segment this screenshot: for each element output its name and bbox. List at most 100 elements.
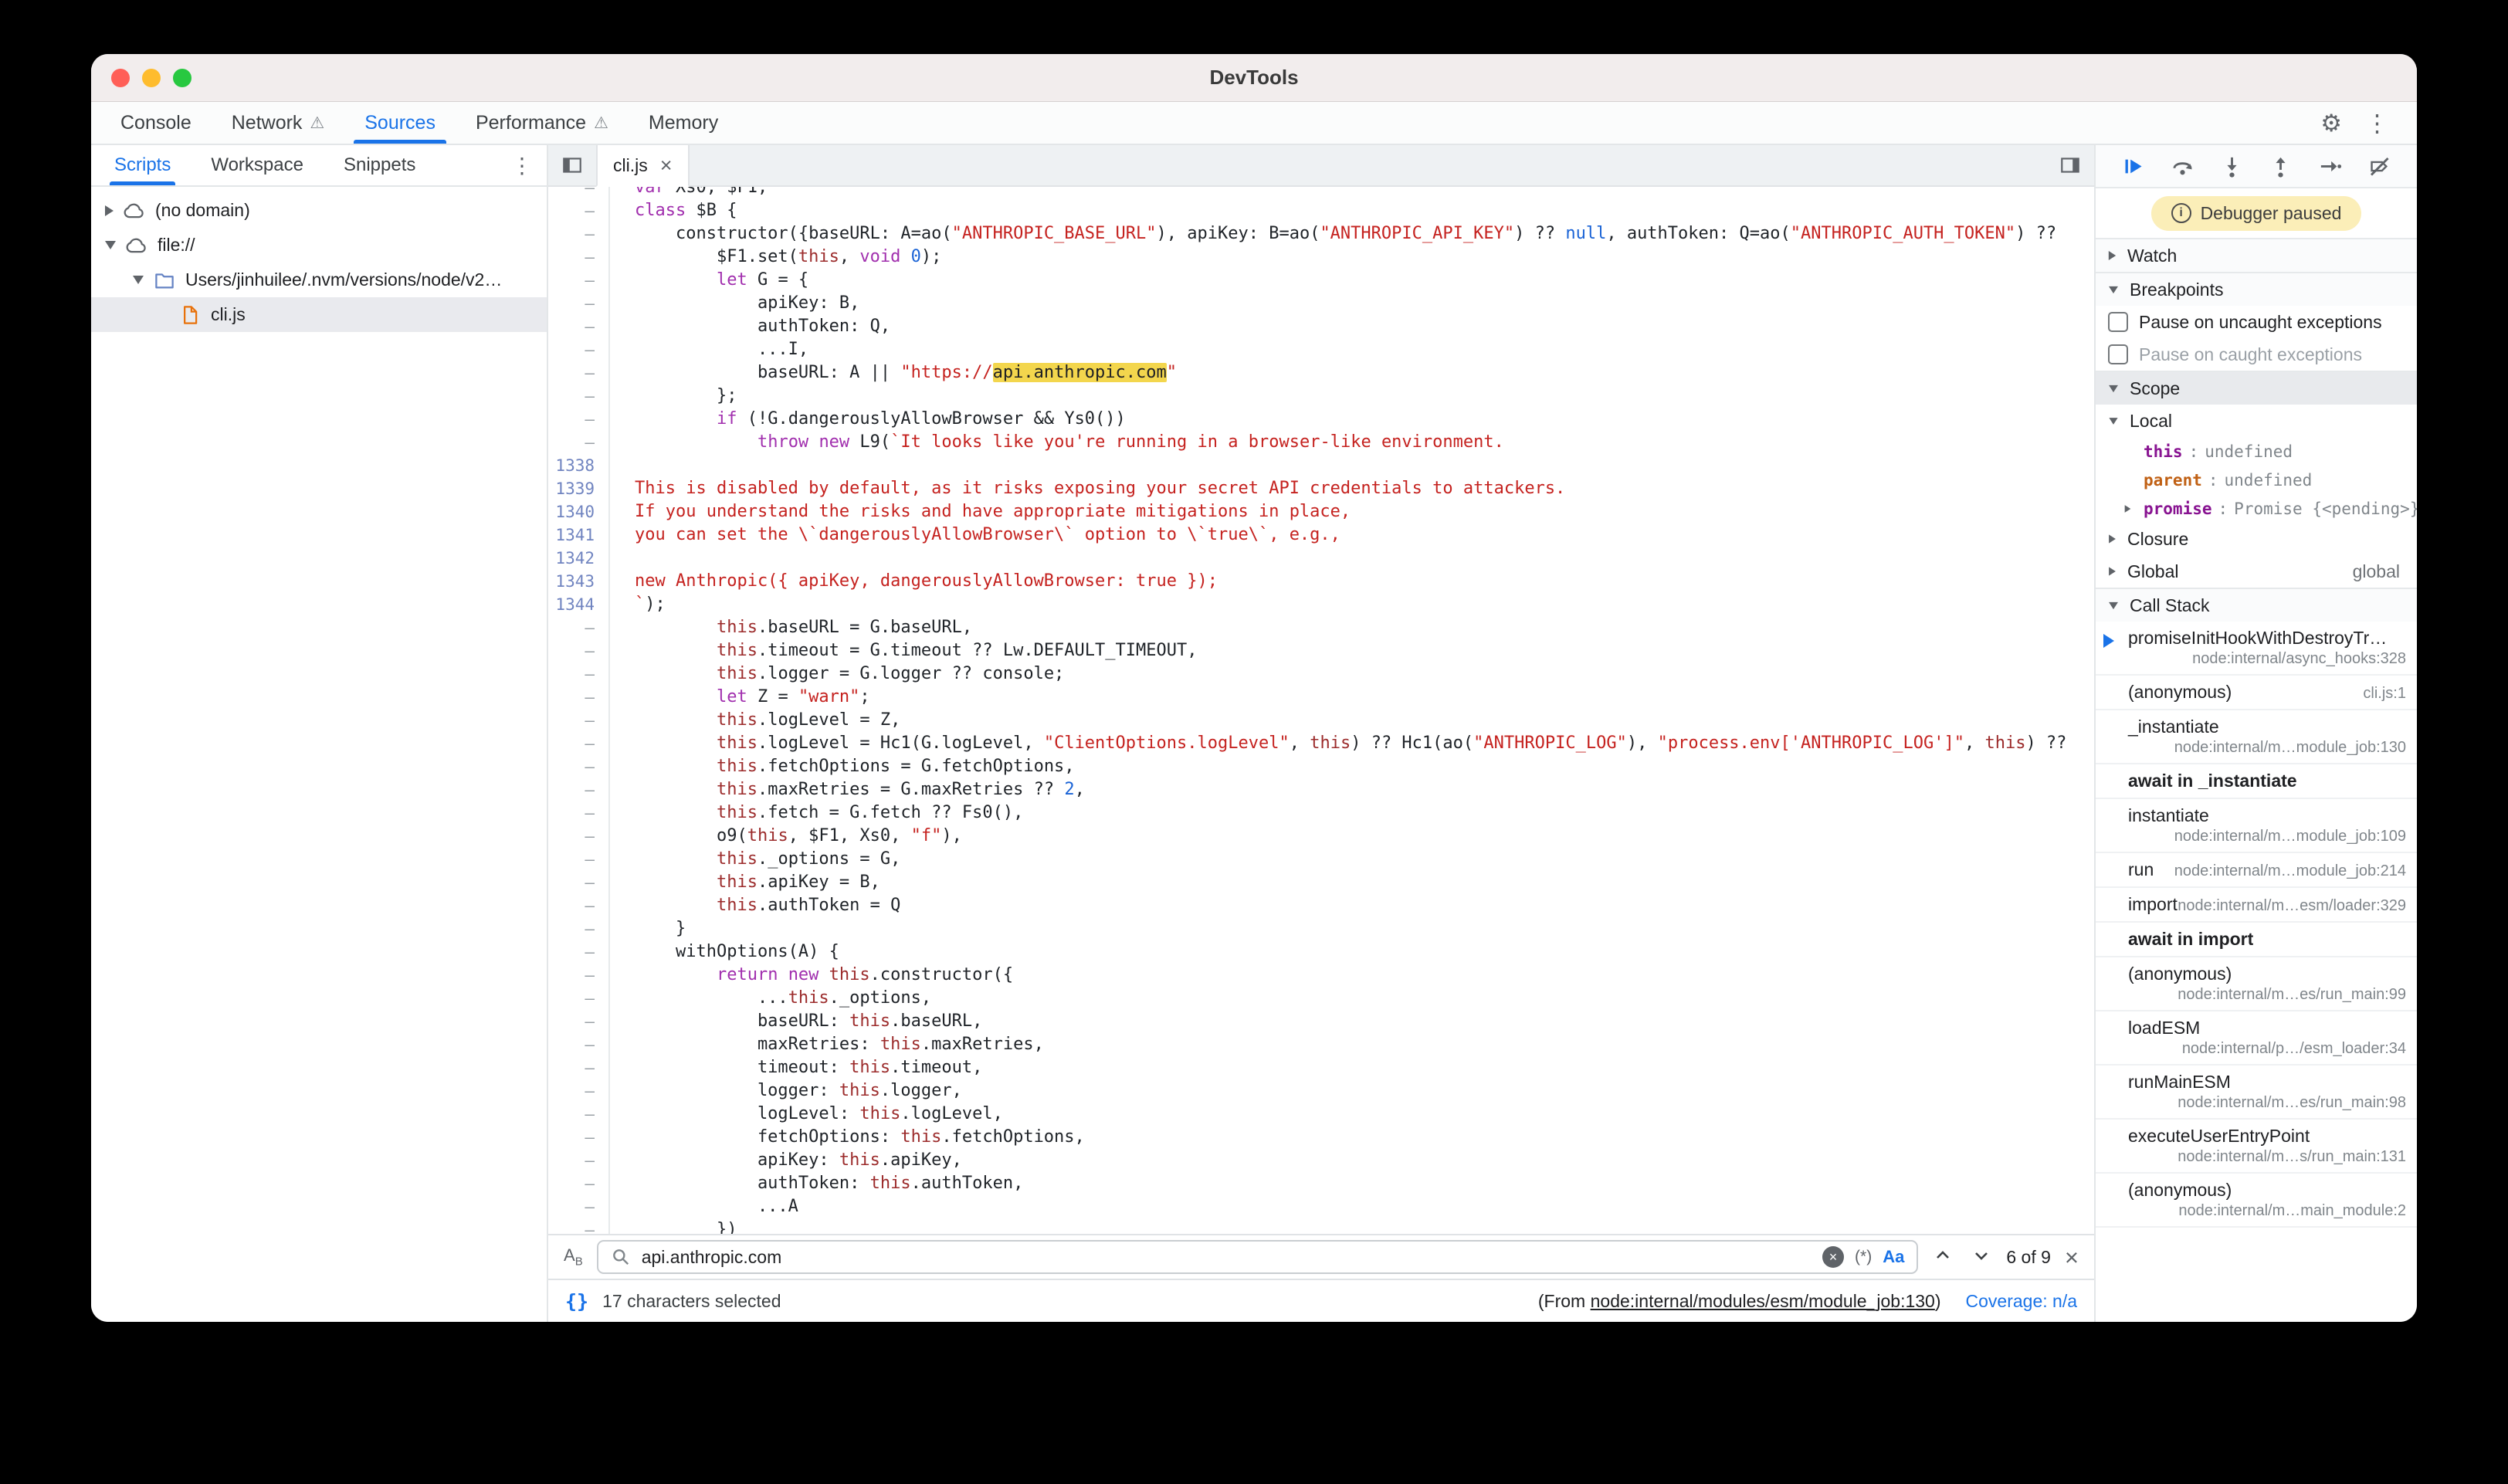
source-origin-link[interactable]: node:internal/modules/esm/module_job:130 [1591,1291,1935,1311]
tab-sources[interactable]: Sources [344,102,456,144]
zoom-window-button[interactable] [173,69,191,87]
tab-network[interactable]: Network⚠ [212,102,345,144]
line-number[interactable]: – [548,871,608,894]
call-stack-frame-loadesm[interactable]: loadESMnode:internal/p…/esm_loader:34 [2096,1011,2417,1066]
coverage-link[interactable]: Coverage: n/a [1966,1291,2077,1312]
line-number[interactable]: 1343 [548,570,608,593]
scope-variable-promise[interactable]: promise: Promise {<pending>} [2096,494,2417,523]
resume-icon[interactable] [2121,154,2145,178]
line-number[interactable]: – [548,662,608,686]
line-number[interactable]: – [548,385,608,408]
call-stack-frame-anonymous[interactable]: (anonymous)node:internal/m…es/run_main:9… [2096,957,2417,1011]
checkbox[interactable] [2108,344,2128,364]
close-icon[interactable]: × [660,155,673,176]
line-number[interactable]: 1341 [548,523,608,547]
call-stack-frame-executeuserentrypoint[interactable]: executeUserEntryPointnode:internal/m…s/r… [2096,1120,2417,1174]
line-number[interactable]: – [548,778,608,801]
previous-match-icon[interactable] [1932,1245,1954,1270]
line-number[interactable]: – [548,1218,608,1234]
tree-item-file[interactable]: file:// [91,228,547,263]
tab-memory[interactable]: Memory [629,102,738,144]
checkbox[interactable] [2108,312,2128,332]
tab-performance[interactable]: Performance⚠ [456,102,629,144]
line-number[interactable]: – [548,1033,608,1056]
tab-console[interactable]: Console [100,102,212,144]
window-titlebar[interactable]: DevTools [91,54,2417,102]
line-number[interactable]: – [548,848,608,871]
line-number[interactable]: – [548,1195,608,1218]
step-over-icon[interactable] [2171,154,2194,178]
line-number[interactable]: – [548,361,608,385]
line-number[interactable]: – [548,431,608,454]
step-into-icon[interactable] [2220,154,2244,178]
minimize-window-button[interactable] [142,69,161,87]
call-stack-frame-anonymous[interactable]: (anonymous)cli.js:1 [2096,676,2417,710]
tree-item-cli-js[interactable]: cli.js [91,297,547,332]
line-number[interactable]: – [548,246,608,269]
line-number[interactable]: – [548,315,608,338]
scope-closure-header[interactable]: Closure [2096,523,2417,555]
editor-tab-clijs[interactable]: cli.js × [596,145,690,187]
line-number[interactable]: – [548,639,608,662]
call-stack-frame-await-in-import[interactable]: await in import [2096,923,2417,957]
disclosure-icon[interactable] [105,205,114,216]
pretty-print-icon[interactable]: {} [565,1290,588,1313]
search-box[interactable]: × (*) Aa [597,1240,1919,1274]
debugger-panel-toggle-icon[interactable] [2059,145,2094,185]
close-window-button[interactable] [111,69,130,87]
scope-global-header[interactable]: Global global [2096,555,2417,588]
line-number[interactable]: – [548,987,608,1010]
match-case-toggle[interactable]: Aa [1883,1247,1904,1267]
call-stack-frame-import[interactable]: importnode:internal/m…esm/loader:329 [2096,888,2417,923]
line-number[interactable]: – [548,825,608,848]
more-options-icon[interactable]: ⋮ [2365,111,2389,135]
disclosure-icon[interactable] [105,241,116,249]
line-number[interactable]: – [548,755,608,778]
call-stack-frame-instantiate[interactable]: _instantiatenode:internal/m…module_job:1… [2096,710,2417,764]
search-mode-icon[interactable]: AB [564,1245,583,1268]
scope-variable-parent[interactable]: parent: undefined [2096,466,2417,494]
navigator-more-tabs-icon[interactable]: ⋮ [511,153,547,178]
line-number[interactable]: – [548,1103,608,1126]
line-number[interactable]: – [548,1079,608,1103]
navigator-toggle-icon[interactable] [548,145,596,185]
breakpoints-section-header[interactable]: Breakpoints [2096,272,2417,306]
line-number[interactable]: – [548,1172,608,1195]
line-number[interactable]: – [548,709,608,732]
line-number[interactable]: – [548,732,608,755]
line-number[interactable]: – [548,222,608,246]
settings-gear-icon[interactable]: ⚙ [2320,111,2342,135]
line-number[interactable]: 1344 [548,593,608,616]
disclosure-icon[interactable] [2125,505,2131,513]
next-match-icon[interactable] [1971,1245,1992,1270]
line-number[interactable]: – [548,1056,608,1079]
code-editor[interactable]: –var Xs0, $F1;–class $B {– constructor({… [548,187,2094,1234]
line-number[interactable]: – [548,269,608,292]
call-stack-frame-runmainesm[interactable]: runMainESMnode:internal/m…es/run_main:98 [2096,1066,2417,1120]
disclosure-icon[interactable] [133,276,144,284]
line-number[interactable]: 1339 [548,477,608,500]
scope-local-header[interactable]: Local [2096,405,2417,437]
line-number[interactable]: – [548,940,608,964]
line-number[interactable]: – [548,1010,608,1033]
line-number[interactable]: 1340 [548,500,608,523]
watch-section-header[interactable]: Watch [2096,238,2417,272]
line-number[interactable]: – [548,686,608,709]
line-number[interactable]: – [548,199,608,222]
scope-variable-this[interactable]: this: undefined [2096,437,2417,466]
clear-search-icon[interactable]: × [1822,1246,1844,1268]
close-search-icon[interactable]: × [2065,1245,2079,1269]
search-input[interactable] [642,1247,1812,1268]
deactivate-breakpoints-icon[interactable] [2367,154,2391,178]
breakpoint-option-pause-on-caught-exceptions[interactable]: Pause on caught exceptions [2096,338,2417,371]
breakpoint-option-pause-on-uncaught-exceptions[interactable]: Pause on uncaught exceptions [2096,306,2417,338]
line-number[interactable]: – [548,801,608,825]
regex-toggle[interactable]: (*) [1855,1248,1872,1266]
tree-item-users-jinhuilee-nvm-versions-node-v2[interactable]: Users/jinhuilee/.nvm/versions/node/v2… [91,263,547,297]
line-number[interactable]: – [548,1126,608,1149]
call-stack-frame-promiseinithookwithdestroytr[interactable]: promiseInitHookWithDestroyTr…node:intern… [2096,622,2417,676]
call-stack-frame-instantiate[interactable]: instantiatenode:internal/m…module_job:10… [2096,799,2417,853]
call-stack-section-header[interactable]: Call Stack [2096,588,2417,622]
line-number[interactable]: – [548,338,608,361]
line-number[interactable]: – [548,964,608,987]
